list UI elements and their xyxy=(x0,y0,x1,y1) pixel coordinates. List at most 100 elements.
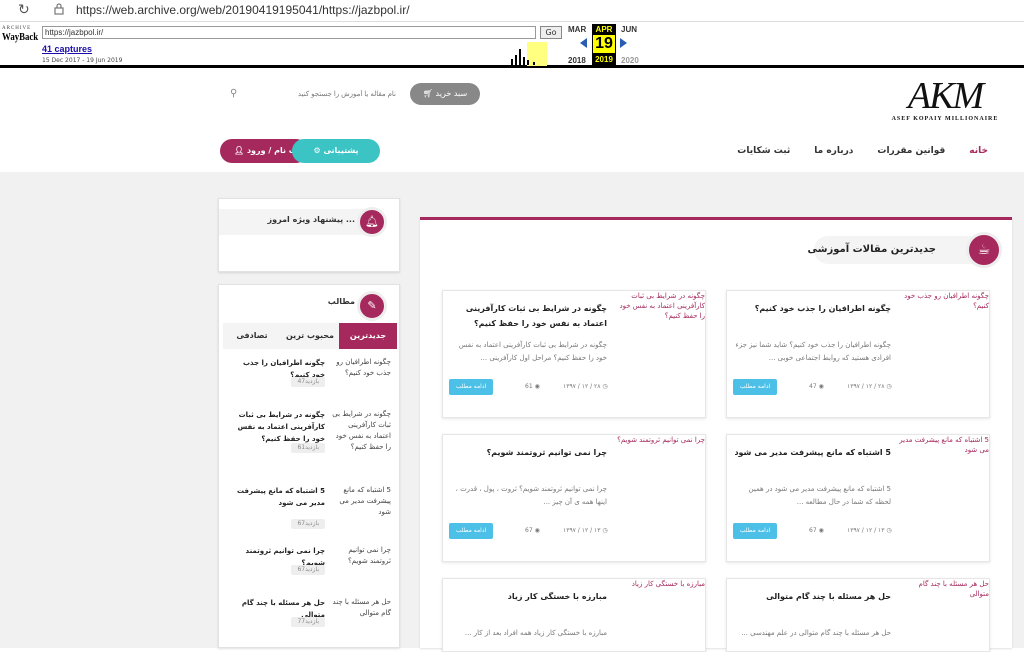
article-thumbnail[interactable]: چرا نمی توانیم ثروتمند شویم؟ xyxy=(613,435,705,445)
coffee-icon: ☕︎ xyxy=(966,232,1002,268)
article-date: ۱۳۹۷ / ۱۲ / ۱۳ ◷ xyxy=(563,527,608,534)
main-nav: خانه قوانین مقررات درباره ما ثبت شکایات xyxy=(725,140,1000,164)
read-more-button[interactable]: ادامه مطلب xyxy=(449,379,493,395)
article-thumbnail[interactable]: حل هر مسئله با چند گام متوالی xyxy=(897,579,989,599)
post-thumbnail[interactable]: چرا نمی توانیم ثروتمند شویم؟ xyxy=(331,545,391,567)
lock-icon xyxy=(54,3,64,15)
clock-icon: ◷ xyxy=(602,383,608,390)
article-title[interactable]: 5 اشتباه که مانع پیشرفت مدیر می شود xyxy=(731,445,891,460)
list-item[interactable]: حل هر مسئله با چند گام متوالی حل هر مسئل… xyxy=(235,597,391,641)
captures-link[interactable]: 41 captures xyxy=(42,44,92,54)
article-thumbnail[interactable]: 5 اشتباه که مانع پیشرفت مدیر می شود xyxy=(897,435,989,455)
nav-home[interactable]: خانه xyxy=(957,140,1000,164)
sparkline-bar xyxy=(511,59,513,65)
article-card: چگونه در شرایط بی ثبات کارآفرینی اعتماد … xyxy=(442,290,706,418)
read-more-button[interactable]: ادامه مطلب xyxy=(733,379,777,395)
wayback-go-button[interactable]: Go xyxy=(540,26,562,39)
next-month[interactable]: JUN xyxy=(621,25,637,34)
browser-url[interactable]: https://web.archive.org/web/201904191950… xyxy=(76,3,410,17)
article-date: ۱۳۹۷ / ۱۲ / ۱۳ ◷ xyxy=(847,527,892,534)
user-icon: 👤︎ xyxy=(234,146,247,155)
reload-icon[interactable]: ↻ xyxy=(18,2,30,18)
bell-icon: 🔔︎ xyxy=(357,207,387,237)
search-icon[interactable]: ⚲ xyxy=(230,88,237,99)
article-excerpt: چگونه اطرافیان را جذب خود کنیم؟ شاید شما… xyxy=(735,341,891,362)
article-views: 67 ◉ xyxy=(809,527,824,534)
sparkline-bar xyxy=(515,55,517,65)
clock-icon: ◷ xyxy=(886,383,892,390)
article-card: حل هر مسئله با چند گام متوالی حل هر مسئل… xyxy=(726,578,990,652)
post-thumbnail[interactable]: چگونه اطرافیان رو جذب خود کنیم؟ xyxy=(331,357,391,379)
nav-about[interactable]: درباره ما xyxy=(802,140,865,164)
support-icon: ⚙ xyxy=(313,146,324,155)
posts-title: مطالب xyxy=(327,297,355,306)
sparkline-bar xyxy=(533,62,535,65)
sparkline-highlight xyxy=(527,42,547,66)
wayback-url-input[interactable]: https://jazbpol.ir/ xyxy=(42,26,536,39)
eye-icon: ◉ xyxy=(818,527,824,534)
prev-year[interactable]: 2018 xyxy=(568,56,586,65)
section-title: جدیدترین مقالات آموزشی xyxy=(807,244,936,255)
sparkline-bar xyxy=(527,60,529,65)
special-offer-panel: پیشنهاد ویژه امروز ... 🔔︎ xyxy=(218,198,400,272)
capture-sparkline[interactable] xyxy=(505,42,549,66)
nav-complaints[interactable]: ثبت شکایات xyxy=(725,140,802,164)
cart-button[interactable]: 🛒︎ سبد خرید xyxy=(410,83,480,105)
cart-icon: 🛒︎ xyxy=(422,89,436,98)
article-title[interactable]: چرا نمی توانیم ثروتمند شویم؟ xyxy=(447,445,607,460)
prev-capture-arrow-icon[interactable] xyxy=(580,38,587,48)
article-excerpt: چرا نمی توانیم ثروتمند شویم؟ ثروت ، پول … xyxy=(455,485,607,506)
post-views: 67بازدید xyxy=(291,565,325,575)
eye-icon: ◉ xyxy=(534,527,540,534)
read-more-button[interactable]: ادامه مطلب xyxy=(733,523,777,539)
article-thumbnail[interactable]: چگونه در شرایط بی ثبات کارآفرینی اعتماد … xyxy=(613,291,705,321)
tab-newest[interactable]: جدیدترین xyxy=(339,323,397,349)
current-capture: APR 19 2019 xyxy=(592,24,616,68)
article-excerpt: حل هر مسئله با چند گام متوالی در علم مهن… xyxy=(741,629,891,637)
article-thumbnail[interactable]: مبارزه با خستگی کار زیاد xyxy=(613,579,705,589)
site-logo[interactable]: AKM ASEF KOPAIY MILLIONAIRE xyxy=(880,76,1010,126)
eye-icon: ◉ xyxy=(818,383,824,390)
post-thumbnail[interactable]: چگونه در شرایط بی ثبات کارآفرینی اعتماد … xyxy=(331,409,391,453)
wayback-logo[interactable]: ARCHIVE WayBack xyxy=(2,26,38,62)
article-title[interactable]: مبارزه با خستگی کار زیاد xyxy=(447,589,607,604)
list-item[interactable]: چرا نمی توانیم ثروتمند شویم؟ چرا نمی توا… xyxy=(235,545,391,589)
edit-icon: ✎ xyxy=(357,291,387,321)
sparkline-bar xyxy=(519,49,521,65)
tab-popular[interactable]: محبوب ترین xyxy=(281,323,339,349)
post-views: 47بازدید xyxy=(291,377,325,387)
post-thumbnail[interactable]: 5 اشتباه که مانع پیشرفت مدیر می شود xyxy=(331,485,391,518)
post-title[interactable]: 5 اشتباه که مانع پیشرفت مدیر می شود xyxy=(233,485,325,509)
search-input[interactable] xyxy=(222,84,406,104)
eye-icon: ◉ xyxy=(534,383,540,390)
article-excerpt: مبارزه با خستگی کار زیاد همه افراد بعد ا… xyxy=(464,629,607,637)
article-card: 5 اشتباه که مانع پیشرفت مدیر می شود 5 اش… xyxy=(726,434,990,562)
article-card: چگونه اطرافیان رو جذب خود کنیم؟ چگونه اط… xyxy=(726,290,990,418)
next-capture-arrow-icon[interactable] xyxy=(620,38,627,48)
support-button[interactable]: ⚙ پشتیبانی xyxy=(292,139,380,163)
list-item[interactable]: چگونه در شرایط بی ثبات کارآفرینی اعتماد … xyxy=(235,409,391,479)
article-thumbnail[interactable]: چگونه اطرافیان رو جذب خود کنیم؟ xyxy=(897,291,989,311)
read-more-button[interactable]: ادامه مطلب xyxy=(449,523,493,539)
posts-tabs: جدیدترین محبوب ترین تصادفی xyxy=(223,323,397,349)
next-year: 2020 xyxy=(621,56,639,65)
article-card: مبارزه با خستگی کار زیاد مبارزه با خستگی… xyxy=(442,578,706,652)
post-thumbnail[interactable]: حل هر مسئله با چند گام متوالی xyxy=(331,597,391,619)
latest-articles-section: جدیدترین مقالات آموزشی ☕︎ چگونه اطرافیان… xyxy=(420,217,1012,652)
post-views: 77بازدید xyxy=(291,617,325,627)
post-title[interactable]: چگونه در شرایط بی ثبات کارآفرینی اعتماد … xyxy=(233,409,325,445)
article-excerpt: 5 اشتباه که مانع پیشرفت مدیر می شود در ه… xyxy=(748,485,891,506)
offer-title: پیشنهاد ویژه امروز ... xyxy=(267,215,355,224)
article-title[interactable]: چگونه اطرافیان را جذب خود کنیم؟ xyxy=(731,301,891,316)
wayback-toolbar: ARCHIVE WayBack https://jazbpol.ir/ Go 4… xyxy=(0,22,1024,68)
tab-random[interactable]: تصادفی xyxy=(223,323,281,349)
sparkline-bar xyxy=(523,57,525,65)
article-card: چرا نمی توانیم ثروتمند شویم؟ چرا نمی توا… xyxy=(442,434,706,562)
browser-address-bar: ↻ https://web.archive.org/web/2019041919… xyxy=(0,0,1024,22)
list-item[interactable]: چگونه اطرافیان رو جذب خود کنیم؟ چگونه اط… xyxy=(235,357,391,407)
prev-month[interactable]: MAR xyxy=(568,25,586,34)
nav-rules[interactable]: قوانین مقررات xyxy=(865,140,957,164)
article-title[interactable]: چگونه در شرایط بی ثبات کارآفرینی اعتماد … xyxy=(447,301,607,331)
article-title[interactable]: حل هر مسئله با چند گام متوالی xyxy=(731,589,891,604)
list-item[interactable]: 5 اشتباه که مانع پیشرفت مدیر می شود 5 اش… xyxy=(235,485,391,535)
